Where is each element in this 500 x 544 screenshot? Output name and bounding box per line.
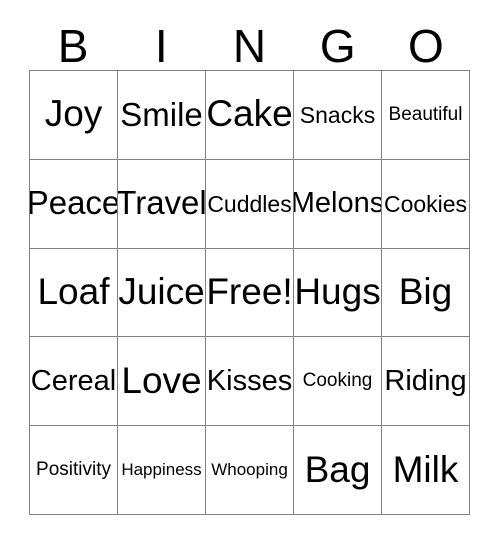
- bingo-cell-label: Love: [121, 359, 202, 401]
- bingo-cell-label: Bag: [304, 448, 371, 490]
- bingo-cell[interactable]: Riding: [382, 337, 470, 427]
- bingo-cell[interactable]: Cookies: [382, 159, 470, 249]
- bingo-cell[interactable]: Joy: [30, 71, 118, 160]
- bingo-cell[interactable]: Big: [382, 248, 470, 338]
- bingo-cell[interactable]: Kisses: [206, 337, 294, 427]
- bingo-cell[interactable]: Juice: [118, 248, 206, 338]
- bingo-cell[interactable]: Love: [118, 337, 206, 427]
- bingo-grid: Joy Smile Cake Snacks Beautiful Peace Tr…: [29, 70, 470, 515]
- bingo-cell[interactable]: Happiness: [118, 426, 206, 515]
- bingo-cell-label: Milk: [392, 448, 459, 490]
- bingo-cell-free-space[interactable]: Free!: [206, 248, 294, 338]
- bingo-cell[interactable]: Bag: [294, 426, 382, 515]
- bingo-cell[interactable]: Whooping: [206, 426, 294, 515]
- bingo-cell[interactable]: Peace: [30, 159, 118, 249]
- bingo-cell[interactable]: Travel: [118, 159, 206, 249]
- header-letter-b: B: [57, 20, 89, 72]
- header-letter-i: I: [154, 20, 168, 72]
- bingo-cell-label: Whooping: [211, 460, 288, 480]
- bingo-cell[interactable]: Snacks: [294, 71, 382, 160]
- header-letter-o: O: [408, 20, 444, 72]
- bingo-cell[interactable]: Melons: [294, 159, 382, 249]
- bingo-cell-label: Hugs: [294, 271, 381, 313]
- header-letter-n: N: [232, 20, 267, 72]
- bingo-cell-label: Snacks: [299, 101, 376, 128]
- bingo-cell-label: Beautiful: [388, 103, 463, 125]
- bingo-cell[interactable]: Cake: [206, 71, 294, 160]
- bingo-cell-label: Free!: [206, 271, 293, 313]
- bingo-cell[interactable]: Positivity: [30, 426, 118, 515]
- bingo-cell[interactable]: Beautiful: [382, 71, 470, 160]
- bingo-cell[interactable]: Hugs: [294, 248, 382, 338]
- bingo-cell-label: Peace: [30, 184, 118, 222]
- bingo-cell-label: Cereal: [30, 365, 117, 398]
- bingo-cell-label: Smile: [120, 95, 203, 133]
- header-letter-g: G: [319, 20, 356, 72]
- bingo-cell-label: Big: [398, 271, 453, 313]
- bingo-cell-label: Cooking: [302, 370, 373, 392]
- bingo-cell-label: Happiness: [121, 460, 202, 480]
- bingo-card: B I N G O Joy Smile Cake Snacks Beautifu…: [0, 0, 500, 544]
- bingo-cell-label: Riding: [384, 365, 467, 398]
- bingo-cell-label: Kisses: [206, 365, 293, 398]
- bingo-cell-label: Travel: [118, 184, 206, 222]
- bingo-cell-label: Loaf: [37, 271, 110, 313]
- bingo-cell-label: Positivity: [36, 459, 111, 481]
- bingo-cell[interactable]: Smile: [118, 71, 206, 160]
- bingo-cell-label: Joy: [44, 93, 103, 135]
- bingo-cell[interactable]: Cooking: [294, 337, 382, 427]
- bingo-cell-label: Juice: [118, 271, 205, 313]
- bingo-cell-label: Cuddles: [207, 190, 292, 217]
- bingo-cell[interactable]: Milk: [382, 426, 470, 515]
- bingo-header-row: B I N G O: [29, 12, 470, 70]
- bingo-cell-label: Cake: [206, 93, 293, 135]
- bingo-cell-label: Melons: [294, 187, 382, 220]
- bingo-cell[interactable]: Cuddles: [206, 159, 294, 249]
- bingo-cell[interactable]: Cereal: [30, 337, 118, 427]
- bingo-cell-label: Cookies: [383, 190, 468, 217]
- bingo-cell[interactable]: Loaf: [30, 248, 118, 338]
